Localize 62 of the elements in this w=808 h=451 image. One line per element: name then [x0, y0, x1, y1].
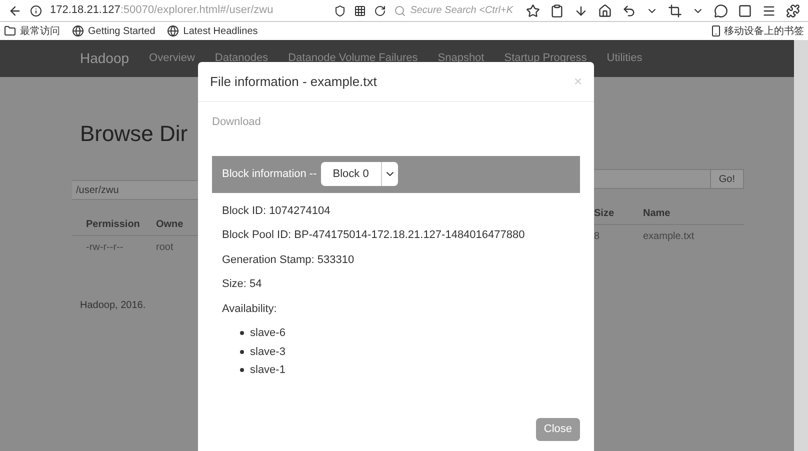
- table-cell-text: -rw-r--r--: [85, 240, 124, 254]
- menu-icon[interactable]: [762, 4, 776, 18]
- mobile-bookmarks[interactable]: 移动设备上的书签: [710, 24, 804, 38]
- search-icon: [394, 4, 406, 16]
- bullet-icon: [240, 350, 244, 354]
- phone-icon: [710, 25, 722, 37]
- url-host: 172.18.21.127: [50, 3, 120, 18]
- bullet-icon: [240, 331, 244, 336]
- column-header: Permission: [85, 218, 141, 232]
- extension-icon[interactable]: [786, 4, 800, 18]
- back-icon[interactable]: [8, 4, 22, 18]
- bullet-icon: [240, 368, 244, 372]
- nav-link[interactable]: Overview: [149, 50, 195, 67]
- table-cell[interactable]: example.txt: [643, 228, 694, 244]
- info-line: Block ID: 1074274104: [222, 204, 332, 218]
- navbar-brand[interactable]: Hadoop: [80, 48, 130, 69]
- info-icon[interactable]: [30, 4, 42, 16]
- scrollbar[interactable]: [794, 40, 808, 451]
- availability-label: Availability:: [222, 302, 278, 316]
- search-field[interactable]: Secure Search <Ctrl+K: [394, 3, 518, 18]
- address-bar[interactable]: 172.18.21.127:50070/explorer.html#/user/zwu: [50, 2, 326, 19]
- footer-text: Hadoop, 2016.: [79, 299, 147, 313]
- bookmark-item[interactable]: Getting Started: [72, 24, 156, 38]
- info-line: Generation Stamp: 533310: [222, 252, 356, 268]
- clipboard-icon[interactable]: [550, 4, 564, 18]
- bookmark-item[interactable]: 最常访问: [4, 24, 60, 38]
- shield-icon[interactable]: [334, 4, 346, 16]
- undo-icon[interactable]: [622, 4, 636, 18]
- download-icon[interactable]: [574, 4, 588, 18]
- download-link[interactable]: Download: [212, 114, 261, 130]
- node-name: slave-3: [250, 344, 286, 360]
- star-icon[interactable]: [526, 4, 540, 18]
- node-name: slave-6: [250, 326, 286, 341]
- column-header: Size: [594, 207, 616, 221]
- block-information-label: Block information --: [222, 166, 317, 182]
- block-select[interactable]: Block 0: [320, 162, 398, 186]
- home-icon[interactable]: [598, 4, 612, 18]
- folder-icon: [4, 25, 16, 37]
- table-cell-text: root: [156, 240, 174, 254]
- column-header: Owne: [156, 218, 184, 232]
- go-button[interactable]: Go!: [710, 169, 744, 189]
- globe-icon: [167, 25, 180, 37]
- crop-icon[interactable]: [668, 4, 682, 18]
- search-placeholder: Secure Search <Ctrl+K: [410, 4, 514, 18]
- url-path: :50070/explorer.html#/user/zwu: [120, 3, 274, 18]
- table-cell-text: 8: [594, 230, 601, 244]
- grid-icon[interactable]: [354, 4, 366, 16]
- globe-icon: [72, 25, 84, 37]
- info-line: Size: 54: [222, 277, 263, 292]
- node-name: slave-1: [250, 363, 286, 378]
- square-icon[interactable]: [738, 4, 752, 18]
- path-field[interactable]: /user/zwu: [72, 180, 198, 200]
- page-title: Browse Dir: [79, 120, 189, 148]
- reload-icon[interactable]: [374, 4, 386, 16]
- chat-icon[interactable]: [714, 4, 728, 18]
- column-header: Name: [643, 207, 670, 221]
- info-line: Block Pool ID: BP-474175014-172.18.21.127-1484016477880: [222, 228, 526, 243]
- path-field[interactable]: [594, 169, 710, 189]
- close-button[interactable]: Close: [536, 418, 580, 441]
- modal-title: File information - example.txt: [210, 72, 377, 91]
- nav-link[interactable]: Utilities: [606, 50, 642, 67]
- bookmark-item[interactable]: Latest Headlines: [167, 24, 258, 38]
